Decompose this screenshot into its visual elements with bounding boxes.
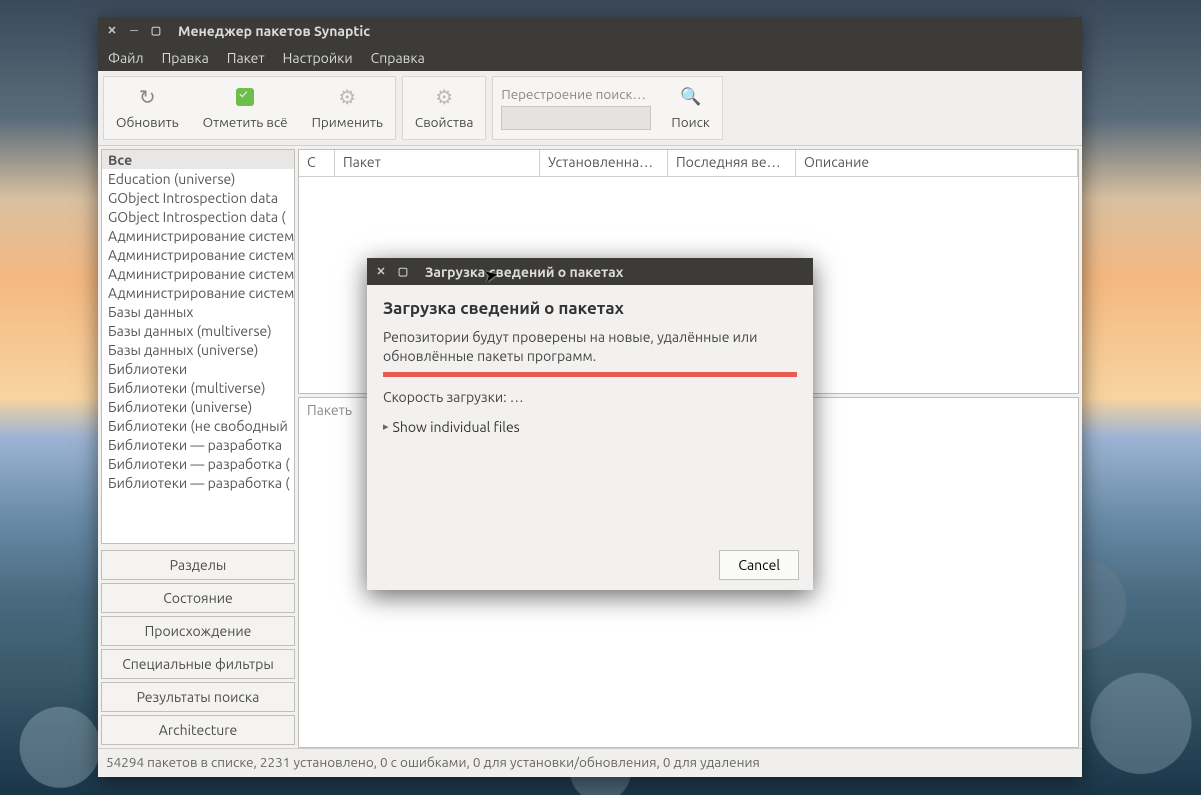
window-close-icon[interactable]: ✕ [106, 25, 118, 37]
filter-origin-button[interactable]: Происхождение [101, 616, 295, 646]
category-item[interactable]: Библиотеки [102, 359, 294, 378]
col-package[interactable]: Пакет [335, 150, 540, 176]
category-item[interactable]: Библиотеки (не свободный [102, 416, 294, 435]
menu-file[interactable]: Файл [108, 50, 144, 66]
category-item[interactable]: Базы данных [102, 302, 294, 321]
dialog-description: Репозитории будут проверены на новые, уд… [383, 328, 797, 366]
category-item[interactable]: Библиотеки (universe) [102, 397, 294, 416]
reload-button[interactable]: Обновить [104, 77, 191, 139]
category-item[interactable]: Education (universe) [102, 169, 294, 188]
search-rebuild-label: Перестроение поиск… [501, 86, 651, 102]
cancel-button[interactable]: Cancel [719, 550, 799, 580]
dialog-close-icon[interactable]: ✕ [375, 266, 387, 278]
apply-button[interactable]: Применить [300, 77, 395, 139]
dialog-title: Загрузка сведений о пакетах [425, 264, 623, 280]
category-item[interactable]: Базы данных (universe) [102, 340, 294, 359]
sidebar: ВсеEducation (universe)GObject Introspec… [98, 146, 298, 748]
search-rebuild-panel: Перестроение поиск… [493, 77, 659, 139]
statusbar-text: 54294 пакетов в списке, 2231 установлено… [106, 754, 760, 770]
filter-sections-button[interactable]: Разделы [101, 550, 295, 580]
download-dialog: ✕ ▢ Загрузка сведений о пакетах Загрузка… [367, 258, 813, 590]
window-title: Менеджер пакетов Synaptic [178, 23, 370, 39]
filter-custom-button[interactable]: Специальные фильтры [101, 649, 295, 679]
package-table-header: С Пакет Установленная ве Последняя верси… [299, 150, 1078, 177]
filter-architecture-button[interactable]: Architecture [101, 715, 295, 745]
col-installed-version[interactable]: Установленная ве [540, 150, 668, 176]
menu-settings[interactable]: Настройки [283, 50, 353, 66]
search-button[interactable]: Поиск [659, 77, 721, 139]
quick-search-input[interactable] [501, 106, 651, 130]
statusbar: 54294 пакетов в списке, 2231 установлено… [98, 748, 1082, 775]
menu-package[interactable]: Пакет [227, 50, 265, 66]
dialog-heading: Загрузка сведений о пакетах [383, 299, 797, 318]
category-item[interactable]: Библиотеки — разработка ( [102, 454, 294, 473]
dialog-titlebar[interactable]: ✕ ▢ Загрузка сведений о пакетах [367, 258, 813, 285]
category-item[interactable]: Все [102, 150, 294, 169]
progress-bar [383, 372, 797, 377]
dialog-maximize-icon[interactable]: ▢ [397, 266, 409, 278]
detail-placeholder: Пакеть [307, 402, 352, 418]
category-item[interactable]: Администрирование систем [102, 245, 294, 264]
menubar: Файл Правка Пакет Настройки Справка [98, 44, 1082, 71]
category-item[interactable]: Библиотеки — разработка ( [102, 473, 294, 492]
category-item[interactable]: Администрирование систем [102, 226, 294, 245]
window-minimize-icon[interactable]: ─ [128, 25, 140, 37]
reload-icon [136, 86, 158, 108]
col-description[interactable]: Описание [796, 150, 1078, 176]
download-speed-label: Скорость загрузки: … [383, 389, 797, 405]
menu-help[interactable]: Справка [371, 50, 425, 66]
check-icon [234, 86, 256, 108]
window-maximize-icon[interactable]: ▢ [150, 25, 162, 37]
filter-status-button[interactable]: Состояние [101, 583, 295, 613]
search-icon [680, 86, 702, 108]
col-latest-version[interactable]: Последняя верси [668, 150, 796, 176]
category-item[interactable]: Базы данных (multiverse) [102, 321, 294, 340]
category-item[interactable]: Библиотеки (multiverse) [102, 378, 294, 397]
gears-icon [336, 86, 358, 108]
category-item[interactable]: GObject Introspection data ( [102, 207, 294, 226]
toolbar: Обновить Отметить всё Применить Свойства… [98, 71, 1082, 146]
category-item[interactable]: Администрирование систем [102, 283, 294, 302]
mark-all-button[interactable]: Отметить всё [191, 77, 300, 139]
menu-edit[interactable]: Правка [162, 50, 209, 66]
category-list[interactable]: ВсеEducation (universe)GObject Introspec… [101, 149, 295, 544]
category-item[interactable]: GObject Introspection data [102, 188, 294, 207]
gear-icon [433, 86, 455, 108]
category-item[interactable]: Администрирование систем [102, 264, 294, 283]
show-individual-files-expander[interactable]: Show individual files [383, 419, 797, 435]
main-titlebar[interactable]: ✕ ─ ▢ Менеджер пакетов Synaptic [98, 17, 1082, 44]
properties-button[interactable]: Свойства [403, 77, 485, 139]
category-item[interactable]: Библиотеки — разработка [102, 435, 294, 454]
filter-search-results-button[interactable]: Результаты поиска [101, 682, 295, 712]
col-status[interactable]: С [299, 150, 335, 176]
